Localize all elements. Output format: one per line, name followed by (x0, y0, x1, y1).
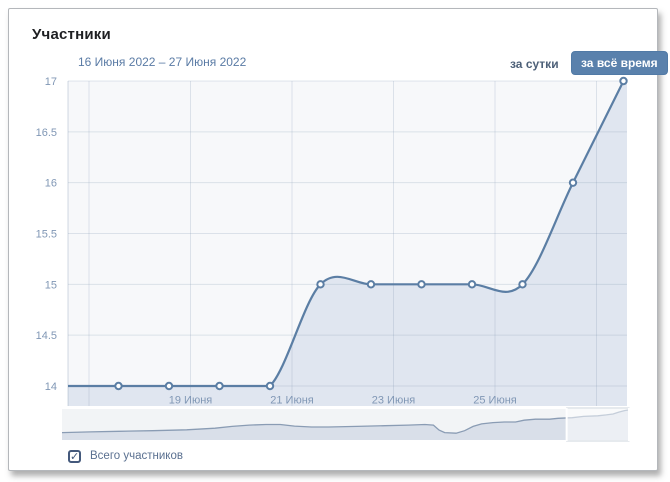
members-line-chart: 17 16.5 16 15.5 15 14.5 14 19 Июня 21 Июня 23 Июн… (9, 9, 657, 471)
data-point-marker[interactable] (469, 281, 475, 287)
x-tick-label: 23 Июня (372, 395, 416, 407)
minimap-brush[interactable] (62, 408, 629, 441)
data-point-marker[interactable] (620, 78, 626, 84)
legend-checkbox-label: Всего участников (90, 450, 183, 462)
stats-panel: Участники 16 Июня 2022 – 27 Июня 2022 за… (8, 8, 658, 471)
data-point-marker[interactable] (570, 179, 576, 185)
data-point-marker[interactable] (267, 383, 273, 389)
y-tick-label: 17 (45, 76, 57, 88)
plot-area: 17 16.5 16 15.5 15 14.5 14 19 Июня 21 Июня 23 Июн… (36, 76, 627, 407)
y-tick-label: 16.5 (36, 127, 57, 139)
data-point-marker[interactable] (115, 383, 121, 389)
x-tick-label: 25 Июня (473, 395, 517, 407)
data-point-marker[interactable] (317, 281, 323, 287)
y-tick-label: 15.5 (36, 229, 57, 241)
y-tick-label: 16 (45, 178, 57, 190)
y-tick-label: 14.5 (36, 330, 57, 342)
data-point-marker[interactable] (216, 383, 222, 389)
data-point-marker[interactable] (519, 281, 525, 287)
y-tick-label: 15 (45, 279, 57, 291)
minimap-selection-window[interactable] (567, 408, 629, 441)
x-tick-label: 21 Июня (270, 395, 314, 407)
data-point-marker[interactable] (418, 281, 424, 287)
data-point-marker[interactable] (166, 383, 172, 389)
x-tick-label: 19 Июня (169, 395, 213, 407)
legend-checkbox[interactable]: ✓ (68, 450, 81, 463)
y-tick-label: 14 (45, 381, 57, 393)
legend-row[interactable]: ✓ Всего участников (68, 448, 183, 464)
data-point-marker[interactable] (368, 281, 374, 287)
